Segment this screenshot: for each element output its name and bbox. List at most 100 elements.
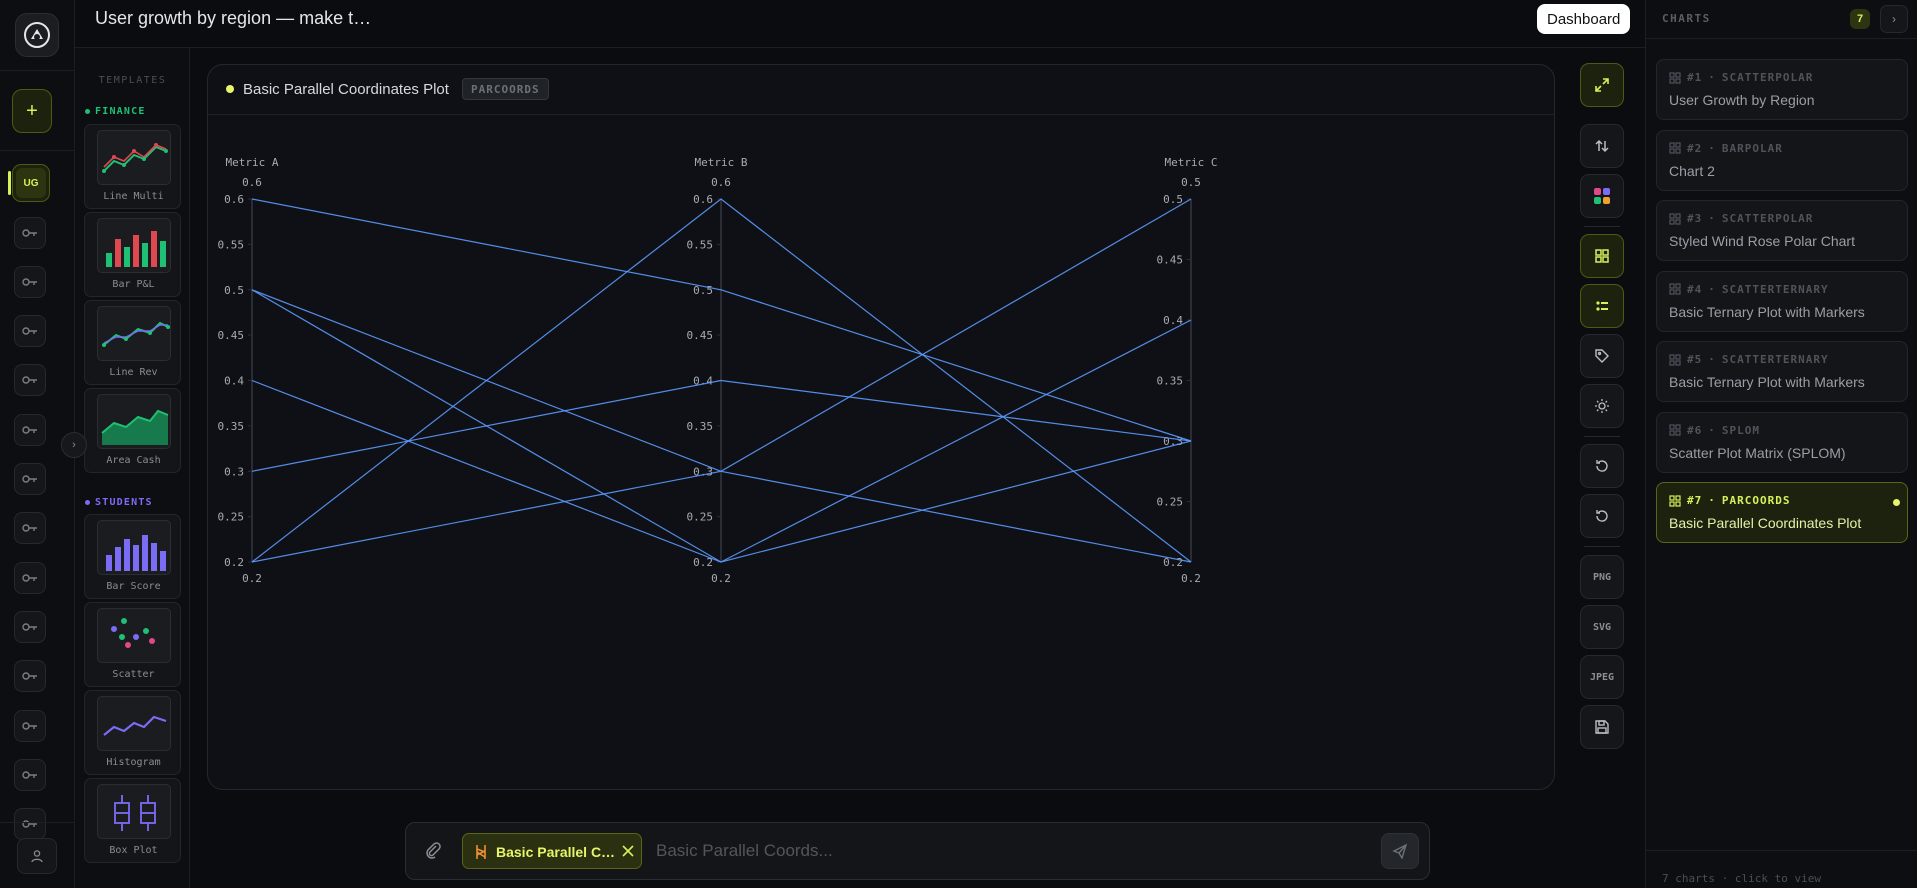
key-icon <box>22 574 37 582</box>
labels-button[interactable] <box>1580 334 1624 378</box>
close-icon[interactable] <box>620 843 636 859</box>
project-ug-button[interactable]: UG <box>12 164 50 202</box>
template-histogram[interactable]: Histogram <box>84 690 181 775</box>
collapse-panel-button[interactable]: › <box>1880 5 1908 33</box>
export-svg-button[interactable]: SVG <box>1580 605 1624 649</box>
rail-divider <box>0 150 75 151</box>
chart-list-item[interactable]: #4 · SCATTERTERNARY Basic Ternary Plot with… <box>1656 270 1908 332</box>
charts-footer: 7 charts · click to view <box>1662 872 1821 885</box>
chart-list-item[interactable]: #5 · SCATTERTERNARY Basic Ternary Plot with… <box>1656 341 1908 402</box>
separator-dot: · <box>1708 423 1716 437</box>
color-palette-button[interactable] <box>1580 174 1624 218</box>
app-logo[interactable] <box>15 13 59 57</box>
rail-key-item[interactable] <box>14 414 46 446</box>
template-label: Bar Score <box>106 581 161 592</box>
chart-list-item[interactable]: #1 · SCATTERPOLAR User Growth by Region <box>1656 59 1908 120</box>
undo-button[interactable] <box>1580 444 1624 488</box>
template-area-cash[interactable]: Area Cash <box>84 388 181 473</box>
chart-item-number: #5 <box>1687 353 1703 366</box>
prompt-composer: Basic Parallel C… <box>405 822 1430 880</box>
charts-panel: CHARTS 7 › #1 · SCATTERPOLAR User Growth by… <box>1645 0 1917 888</box>
swap-vertical-icon <box>1595 139 1609 153</box>
rail-key-item[interactable] <box>14 562 46 594</box>
chart-list-item[interactable]: #6 · SPLOM Scatter Plot Matrix (SPLOM) <box>1656 411 1908 473</box>
tick-label: 0.25 <box>218 511 245 524</box>
template-line-multi[interactable]: Line Multi <box>84 124 181 209</box>
templates-heading: TEMPLATES <box>98 75 167 86</box>
tick-label: 0.45 <box>218 329 245 342</box>
expand-sidebar-button[interactable]: › <box>61 432 87 458</box>
export-png-button[interactable]: PNG <box>1580 555 1624 599</box>
rail-key-item[interactable] <box>14 364 46 396</box>
chart-list-item[interactable]: #7 · PARCOORDS Basic Parallel Coordinates P… <box>1656 482 1908 543</box>
group-label: FINANCE <box>95 106 146 117</box>
template-bar-pl[interactable]: Bar P&L <box>84 212 181 297</box>
chart-item-meta: #6 · SPLOM <box>1669 424 1760 437</box>
save-button[interactable] <box>1580 705 1624 749</box>
template-bar-score[interactable]: Bar Score <box>84 514 181 599</box>
grid-icon <box>1669 424 1681 436</box>
tick-label: 0.3 <box>224 465 244 478</box>
rail-key-item[interactable] <box>14 512 46 544</box>
theme-toggle-button[interactable] <box>1580 384 1624 428</box>
chart-item-type: BARPOLAR <box>1721 141 1783 155</box>
tick-label: 0.6 <box>224 193 244 206</box>
chart-item-name: User Growth by Region <box>1669 92 1815 108</box>
dashboard-button[interactable]: Dashboard <box>1537 4 1631 34</box>
tick-label: 0.45 <box>1157 254 1184 267</box>
templates-panel: TEMPLATES FINANCE STUDENTS Line Multi Ba… <box>75 48 190 888</box>
left-rail: + UG › <box>0 0 87 888</box>
swap-axes-button[interactable] <box>1580 124 1624 168</box>
key-icon <box>22 327 37 335</box>
rail-key-item[interactable] <box>14 808 46 840</box>
group-dot <box>85 109 90 114</box>
rail-key-item[interactable] <box>14 463 46 495</box>
chart-item-type: SPLOM <box>1721 423 1760 437</box>
attach-button[interactable] <box>424 841 442 864</box>
tick-label: 0.55 <box>218 238 245 251</box>
template-box-plot[interactable]: Box Plot <box>84 778 181 863</box>
template-label: Scatter <box>112 669 155 680</box>
reset-button[interactable] <box>1580 494 1624 538</box>
separator-dot: · <box>1708 212 1716 225</box>
chart-item-type: SCATTERTERNARY <box>1721 282 1829 296</box>
rail-divider <box>0 70 75 71</box>
chart-context-chip[interactable]: Basic Parallel C… <box>462 833 642 869</box>
user-profile-button[interactable] <box>17 838 57 874</box>
fullscreen-button[interactable] <box>1580 63 1624 107</box>
legend-toggle-button[interactable] <box>1580 284 1624 328</box>
new-chat-button[interactable]: + <box>12 89 52 133</box>
chart-type-badge: PARCOORDS <box>462 78 549 100</box>
axis-title: Metric A <box>226 156 279 169</box>
tick-label: 0.35 <box>687 420 714 433</box>
template-line-rev[interactable]: Line Rev <box>84 300 181 385</box>
top-bar: User growth by region — make t… Dashboar… <box>75 0 1645 48</box>
rail-key-item[interactable] <box>14 217 46 249</box>
export-jpeg-button[interactable]: JPEG <box>1580 655 1624 699</box>
plus-icon: + <box>26 99 38 122</box>
rail-key-item[interactable] <box>14 759 46 791</box>
rail-key-item[interactable] <box>14 611 46 643</box>
status-dot <box>226 85 234 93</box>
legend-list-icon <box>1596 301 1608 311</box>
axis-min-label: 0.2 <box>711 572 731 585</box>
template-scatter[interactable]: Scatter <box>84 602 181 687</box>
grid-icon <box>1669 142 1681 154</box>
send-button[interactable] <box>1381 833 1419 869</box>
parallel-coordinates-plot[interactable]: Metric A 0.6 0.2 0.2 0.25 0.3 0.35 0.4 0.45 0.5 0.… <box>208 116 1555 790</box>
rail-key-item[interactable] <box>14 710 46 742</box>
prompt-input[interactable] <box>656 835 1376 867</box>
chart-list-item[interactable]: #2 · BARPOLAR Chart 2 <box>1656 129 1908 191</box>
key-icon <box>22 426 37 434</box>
rail-key-item[interactable] <box>14 266 46 298</box>
rail-key-item[interactable] <box>14 660 46 692</box>
key-icon <box>22 771 37 779</box>
chart-list-item[interactable]: #3 · SCATTERPOLAR Styled Wind Rose Polar Ch… <box>1656 200 1908 261</box>
key-icon <box>22 376 37 384</box>
tick-label: 0.35 <box>218 420 245 433</box>
tick-label: 0.2 <box>224 556 244 569</box>
sun-icon <box>1595 399 1609 413</box>
project-initials: UG <box>16 168 46 198</box>
grid-view-button[interactable] <box>1580 234 1624 278</box>
rail-key-item[interactable] <box>14 315 46 347</box>
